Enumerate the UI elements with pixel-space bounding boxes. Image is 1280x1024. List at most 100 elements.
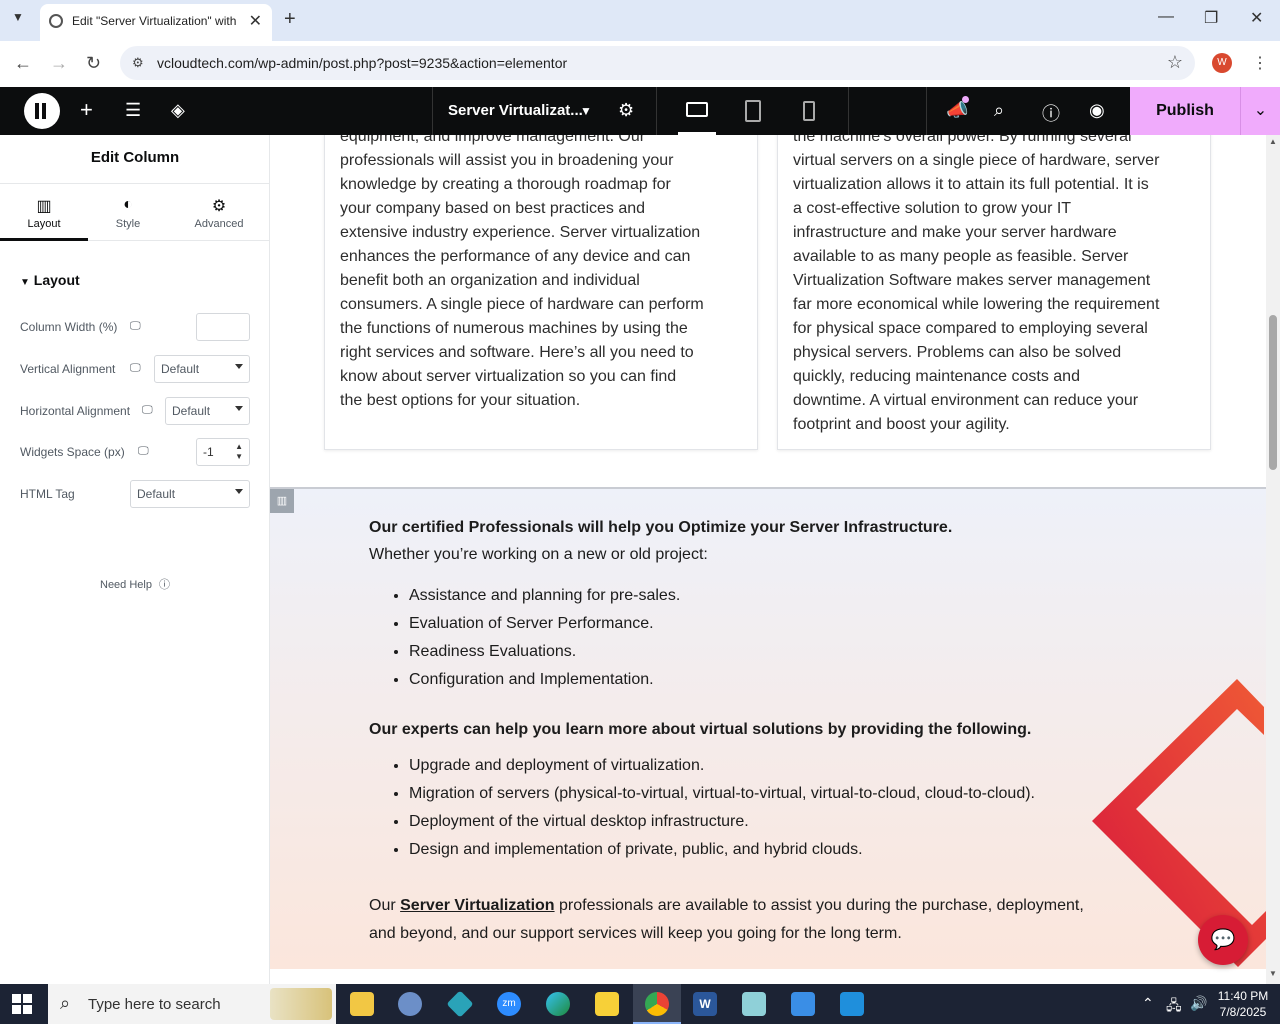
word-app-icon[interactable]: W [693,992,717,1016]
vscode-app-icon[interactable] [840,992,864,1016]
windows-taskbar: ⌕ Type here to search zm W ⌃ 🖧 🔊 11:40 P… [0,984,1280,1024]
edge-browser-icon[interactable] [546,992,570,1016]
desktop-view-icon[interactable] [686,102,708,117]
card-text-line: far more economical while lowering the r… [793,296,1160,313]
preview-eye-icon[interactable]: ◉ [1089,100,1105,121]
widgets-space-label: Widgets Space (px) [20,445,125,459]
responsive-desktop-icon[interactable]: 🖵 [142,404,153,417]
app-diamond-icon[interactable] [446,990,474,1018]
vertical-alignment-select[interactable]: Default [154,355,250,383]
server-virtualization-link[interactable]: Server Virtualization [400,897,554,914]
chevron-down-icon[interactable]: ▼ [580,104,592,118]
card-text-line: professionals will assist you in broaden… [340,152,674,169]
closing-suffix: professionals are available to assist yo… [554,897,1084,914]
need-help-link[interactable]: Need Help ⓘ [100,576,170,592]
tab-style[interactable]: ◐ Style [84,184,172,241]
tab-close-icon[interactable]: ✕ [249,11,262,31]
search-icon[interactable]: ⌕ [994,100,1004,121]
notepad-app-icon[interactable] [742,992,766,1016]
minimize-button[interactable]: — [1158,8,1174,26]
photos-app-icon[interactable] [791,992,815,1016]
services-list-1: Assistance and planning for pre-sales.Ev… [409,582,680,694]
scrollbar-thumb[interactable] [1269,315,1277,470]
list-item: Configuration and Implementation. [409,666,680,694]
publish-button[interactable]: Publish [1130,87,1240,135]
card-text-line: right services and software. Here’s all … [340,344,694,361]
profile-avatar[interactable]: W [1212,53,1232,73]
card-text-line: the best options for your situation. [340,392,581,409]
zoom-app-icon[interactable]: zm [497,992,521,1016]
list-item: Deployment of the virtual desktop infras… [409,808,1035,836]
network-icon[interactable]: 🖧 [1166,995,1182,1019]
help-icon[interactable]: ⓘ [1042,100,1060,126]
card-text-line: physical servers. Problems can also be s… [793,344,1122,361]
file-explorer-icon[interactable] [350,992,374,1016]
omnibox[interactable]: ⚙ vcloudtech.com/wp-admin/post.php?post=… [120,46,1195,80]
need-help-label: Need Help [100,579,152,591]
reload-button[interactable]: ↻ [86,53,101,74]
tray-overflow-icon[interactable]: ⌃ [1142,995,1154,1012]
new-tab-button[interactable]: + [284,8,296,31]
close-window-button[interactable]: ✕ [1250,8,1263,28]
restore-button[interactable]: ❐ [1204,8,1218,28]
horizontal-alignment-select[interactable]: Default [165,397,250,425]
caret-down-icon: ▼ [20,277,30,288]
url-text[interactable]: vcloudtech.com/wp-admin/post.php?post=92… [157,55,567,71]
page-settings-gear-icon[interactable]: ⚙ [618,100,634,121]
elementor-logo-icon[interactable] [24,93,60,129]
dropdown-caret-icon [235,406,243,411]
dropdown-caret-icon [235,364,243,369]
mobile-view-icon[interactable] [803,101,815,121]
chrome-browser-icon[interactable] [645,992,669,1016]
card-text-line: the functions of numerous machines by us… [340,320,688,337]
taskbar-clock[interactable]: 11:40 PM 7/8/2025 [1212,988,1274,1020]
add-element-icon[interactable]: + [80,97,93,123]
column-width-input[interactable] [196,313,250,341]
paint-app-icon[interactable] [398,992,422,1016]
chat-bubble-button[interactable]: 💬 [1198,915,1248,965]
section-heading-1: Our certified Professionals will help yo… [369,519,953,536]
responsive-desktop-icon[interactable]: 🖵 [138,445,149,458]
services-section[interactable]: ▥ Our certified Professionals will help … [270,487,1266,969]
site-info-icon[interactable]: ⚙ [132,55,144,71]
right-card-text: the machine’s overall power. By running … [778,135,1210,437]
taskbar-search-box[interactable]: ⌕ Type here to search [48,984,336,1024]
section-handle-icon[interactable]: ▥ [270,489,294,513]
elementor-top-bar: + ☰ ◈ Server Virtualizat... ▼ ⚙ 📣 ⌕ ⓘ ◉ … [0,87,1280,135]
card-text-line: Virtualization Software makes server man… [793,272,1151,289]
panel-title: Edit Column [90,149,180,166]
tab-label: Layout [27,218,61,230]
scroll-down-arrow-icon[interactable]: ▼ [1269,969,1277,978]
sticky-notes-icon[interactable] [595,992,619,1016]
divider [432,87,433,135]
windows-start-icon[interactable] [12,994,32,1014]
site-settings-icon[interactable]: ☰ [125,100,141,121]
browser-tab[interactable]: Edit "Server Virtualization" with ✕ [40,4,272,41]
back-button[interactable]: ← [14,53,32,74]
html-tag-select[interactable]: Default [130,480,250,508]
scroll-up-arrow-icon[interactable]: ▲ [1269,137,1277,146]
tab-layout[interactable]: ▥ Layout [0,184,88,241]
layout-section-toggle[interactable]: ▼ Layout [20,272,80,288]
tab-label: Style [115,218,141,230]
tab-advanced[interactable]: ⚙ Advanced [175,184,263,241]
notifications-megaphone-icon[interactable]: 📣 [946,100,968,121]
volume-icon[interactable]: 🔊 [1190,995,1207,1012]
document-title[interactable]: Server Virtualizat... [448,102,583,119]
tablet-view-icon[interactable] [745,100,761,122]
publish-options-chevron-icon[interactable]: ⌄ [1240,87,1280,135]
structure-layers-icon[interactable]: ◈ [171,100,185,121]
card-text-line: for physical space compared to employing… [793,320,1148,337]
canvas-scrollbar[interactable]: ▲ ▼ [1266,135,1280,984]
forward-button[interactable]: → [50,53,68,74]
stepper-icon[interactable]: ▲ ▼ [235,442,243,462]
page-canvas: equipment, and improve management. Our pr… [270,135,1266,984]
widgets-space-input[interactable]: -1 ▲ ▼ [196,438,250,466]
list-item: Upgrade and deployment of virtualization… [409,752,1035,780]
responsive-desktop-icon[interactable]: 🖵 [130,320,141,333]
tab-list-icon[interactable]: ▼ [12,10,24,24]
browser-menu-icon[interactable]: ⋮ [1252,53,1268,73]
responsive-desktop-icon[interactable]: 🖵 [130,362,141,375]
left-text-card: equipment, and improve management. Our pr… [324,135,758,450]
bookmark-star-icon[interactable]: ☆ [1167,52,1183,73]
